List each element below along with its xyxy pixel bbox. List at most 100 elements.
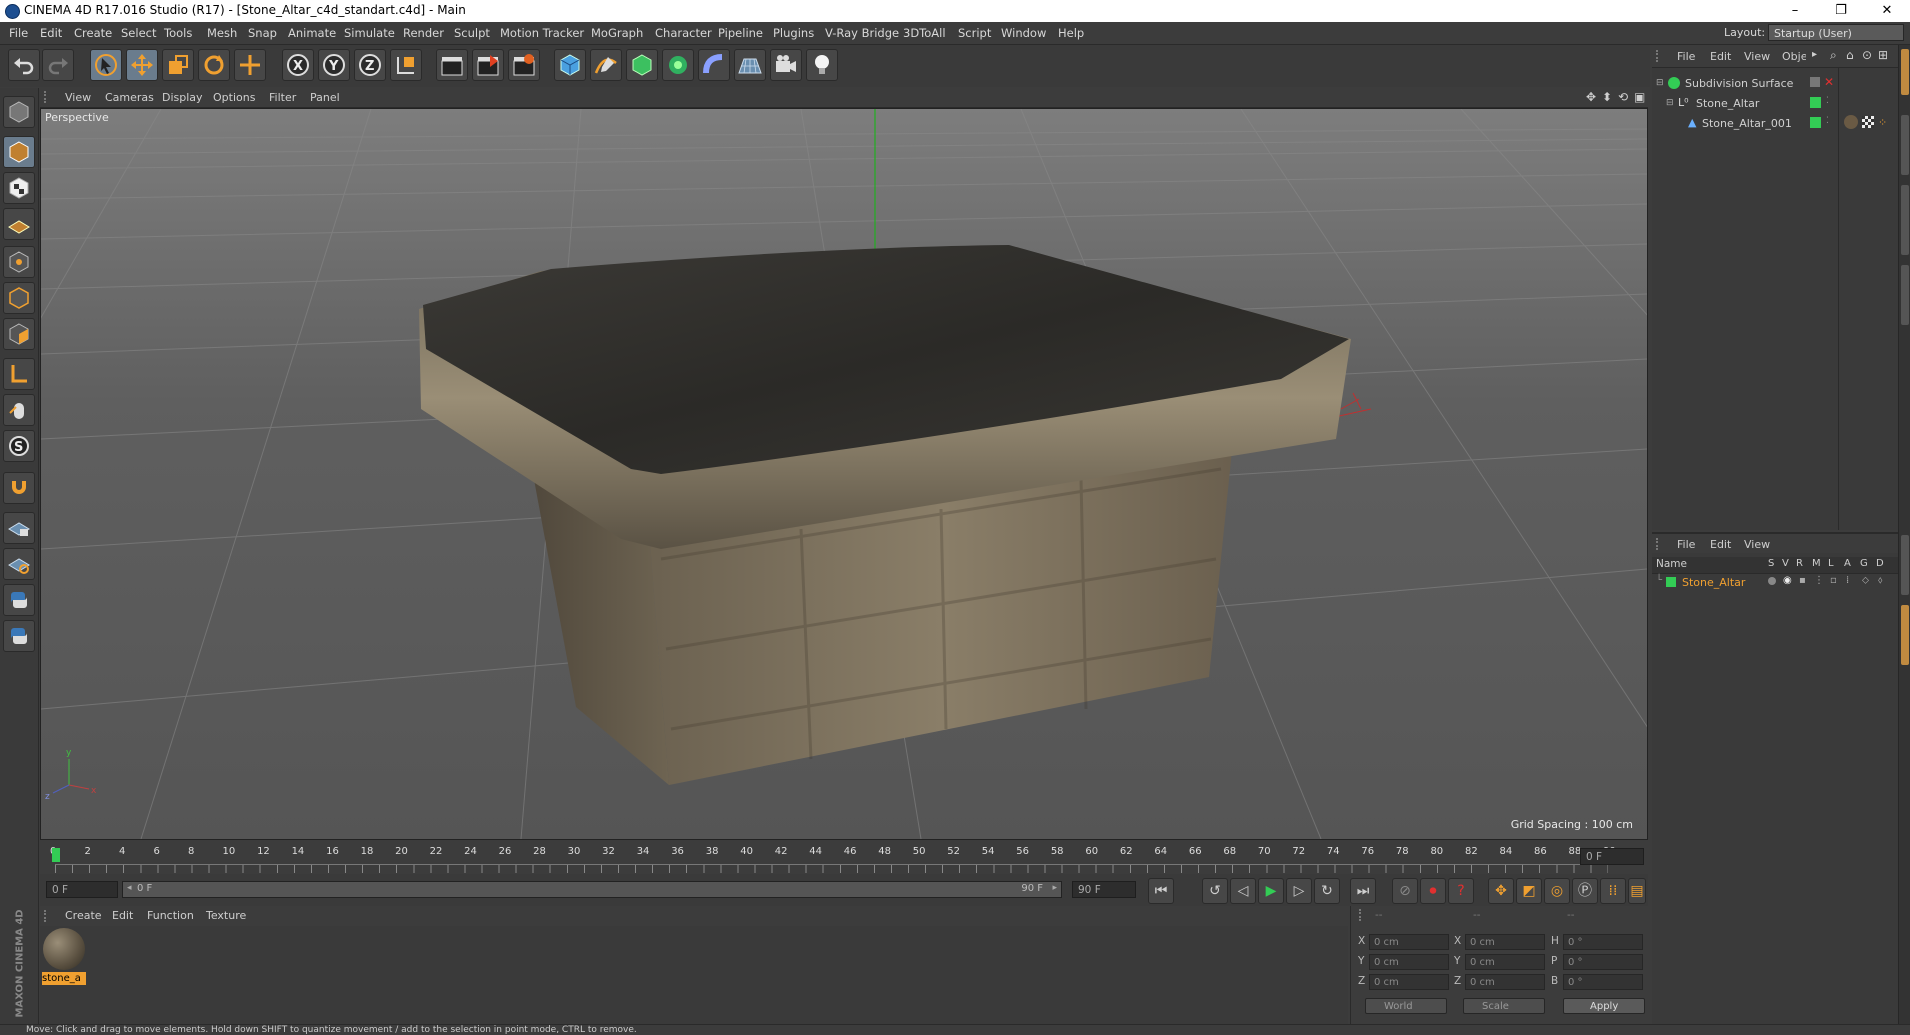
solo-dot-icon[interactable] — [1768, 577, 1776, 585]
go-to-end-button[interactable]: ⏭ — [1350, 878, 1376, 904]
add-camera-button[interactable] — [770, 49, 802, 81]
eye-icon[interactable]: ◉ — [1783, 575, 1792, 586]
key-position-button[interactable]: ✥ — [1488, 878, 1514, 904]
menu-help[interactable]: Help — [1058, 26, 1084, 40]
add-array-button[interactable] — [662, 49, 694, 81]
generator-icon[interactable]: ⬦ — [1862, 575, 1869, 586]
play-button[interactable]: ▶ — [1258, 878, 1284, 904]
menu-pipeline[interactable]: Pipeline — [718, 26, 763, 40]
workplane-mode-button[interactable] — [3, 208, 35, 240]
rotation-h-field[interactable]: 0 ° — [1563, 934, 1643, 950]
phong-tag-icon[interactable]: ⁘ — [1878, 116, 1887, 129]
expand-toggle-icon[interactable]: ⊟ — [1666, 98, 1674, 108]
scale-tool-button[interactable] — [162, 49, 194, 81]
key-scale-button[interactable]: ◩ — [1516, 878, 1542, 904]
filter-icon[interactable]: ⊙ — [1862, 48, 1872, 62]
expand-toggle-icon[interactable]: ⊟ — [1656, 78, 1664, 88]
timeline-window-button[interactable]: ▤ — [1628, 878, 1646, 904]
position-z-field[interactable]: 0 cm — [1369, 974, 1449, 990]
menu-motion-tracker[interactable]: Motion Tracker — [500, 26, 584, 40]
column-solo[interactable]: S — [1768, 558, 1774, 569]
previous-frame-button[interactable]: ◁ — [1230, 878, 1256, 904]
visibility-dots-icon[interactable]: ⁚ — [1826, 96, 1829, 106]
deformer-icon[interactable]: ⬨ — [1878, 575, 1883, 586]
add-cube-button[interactable] — [554, 49, 586, 81]
layers-tab[interactable] — [1901, 605, 1909, 665]
keyframe-selection-button[interactable]: ⊘ — [1392, 878, 1418, 904]
material-swatch[interactable]: stone_a — [42, 928, 86, 985]
timeline-ruler[interactable]: 0246810121416182022242628303234363840424… — [40, 842, 1648, 876]
disabled-x-icon[interactable]: ✕ — [1824, 75, 1834, 89]
layout-select[interactable]: Startup (User) — [1768, 24, 1904, 41]
viewport-menu-panel[interactable]: Panel — [310, 91, 340, 104]
viewport-zoom-icon[interactable]: ⬍ — [1602, 90, 1612, 104]
move-tool-button[interactable] — [126, 49, 158, 81]
lock-icon[interactable]: ▫ — [1830, 575, 1837, 586]
material-menu-create[interactable]: Create — [65, 909, 102, 922]
minimize-button[interactable]: – — [1772, 0, 1818, 22]
next-key-button[interactable]: ↻ — [1314, 878, 1340, 904]
position-x-field[interactable]: 0 cm — [1369, 934, 1449, 950]
layer-menu-file[interactable]: File — [1677, 538, 1695, 551]
current-frame-field[interactable]: 0 F — [1580, 848, 1644, 865]
record-button[interactable]: ⏺ — [1420, 878, 1446, 904]
menu-animate[interactable]: Animate — [288, 26, 336, 40]
render-clapper-icon[interactable]: ▪ — [1799, 575, 1806, 586]
rotate-tool-button[interactable] — [198, 49, 230, 81]
menu-tools[interactable]: Tools — [164, 26, 192, 40]
material-menu-texture[interactable]: Texture — [206, 909, 246, 922]
position-y-field[interactable]: 0 cm — [1369, 954, 1449, 970]
size-y-field[interactable]: 0 cm — [1465, 954, 1545, 970]
size-mode-select[interactable]: Scale — [1463, 998, 1545, 1014]
lock-x-axis-button[interactable]: X — [282, 49, 314, 81]
column-manager[interactable]: M — [1812, 558, 1821, 569]
viewport-rotate-icon[interactable]: ⟲ — [1618, 90, 1628, 104]
menu-mesh[interactable]: Mesh — [207, 26, 237, 40]
points-mode-button[interactable] — [3, 246, 35, 278]
menu-character[interactable]: Character — [655, 26, 712, 40]
layer-row[interactable]: └ Stone_Altar ◉ ▪ ⋮ ▫ ⁞ ⬦ ⬨ — [1656, 575, 1896, 593]
lock-y-axis-button[interactable]: Y — [318, 49, 350, 81]
material-menu-edit[interactable]: Edit — [112, 909, 133, 922]
restore-button[interactable]: ❐ — [1818, 0, 1864, 22]
size-z-field[interactable]: 0 cm — [1465, 974, 1545, 990]
model-mode-button[interactable] — [3, 136, 35, 168]
object-menu-file[interactable]: File — [1677, 50, 1695, 63]
previous-key-button[interactable]: ↺ — [1202, 878, 1228, 904]
object-menu-objects[interactable]: Obje — [1782, 50, 1806, 63]
render-settings-button[interactable] — [508, 49, 540, 81]
close-button[interactable]: ✕ — [1864, 0, 1910, 22]
animation-icon[interactable]: ⁞ — [1846, 575, 1849, 586]
key-pla-button[interactable]: ⁞⁞ — [1600, 878, 1626, 904]
add-light-button[interactable] — [806, 49, 838, 81]
object-row-stone-altar[interactable]: ⊟ L⁰ Stone_Altar ⁚ — [1666, 96, 1896, 114]
lock-z-axis-button[interactable]: Z — [354, 49, 386, 81]
menu-create[interactable]: Create — [74, 26, 112, 40]
rotation-b-field[interactable]: 0 ° — [1563, 974, 1643, 990]
snapping-button[interactable]: S — [3, 430, 35, 462]
menu-simulate[interactable]: Simulate — [344, 26, 395, 40]
add-nurbs-button[interactable] — [626, 49, 658, 81]
texture-mode-button[interactable] — [3, 172, 35, 204]
layer-color-icon[interactable] — [1810, 97, 1821, 108]
object-menu-edit[interactable]: Edit — [1710, 50, 1731, 63]
viewport-maximize-icon[interactable]: ▣ — [1634, 90, 1645, 104]
frame-range-slider[interactable]: ◂ 0 F 90 F ▸ — [122, 881, 1062, 898]
column-animation[interactable]: A — [1844, 558, 1851, 569]
object-row-subdivision-surface[interactable]: ⊟ Subdivision Surface ✕ — [1656, 75, 1896, 94]
planar-workplane-button[interactable] — [3, 548, 35, 580]
coordinate-system-button[interactable] — [390, 49, 422, 81]
key-parameter-button[interactable]: Ⓟ — [1572, 878, 1598, 904]
timeline-track[interactable] — [55, 864, 1608, 873]
menu-edit[interactable]: Edit — [40, 26, 62, 40]
viewport-menu-display[interactable]: Display — [162, 91, 203, 104]
coordinate-space-select[interactable]: World — [1365, 998, 1447, 1014]
column-locked[interactable]: L — [1828, 558, 1834, 569]
menu-window[interactable]: Window — [1001, 26, 1046, 40]
python-script-button[interactable] — [3, 584, 35, 616]
attributes-tab[interactable] — [1901, 535, 1909, 595]
end-frame-field[interactable]: 90 F — [1072, 881, 1136, 898]
column-deformers[interactable]: D — [1876, 558, 1884, 569]
manager-icon[interactable]: ⋮ — [1814, 575, 1824, 586]
key-rotation-button[interactable]: ◎ — [1544, 878, 1570, 904]
